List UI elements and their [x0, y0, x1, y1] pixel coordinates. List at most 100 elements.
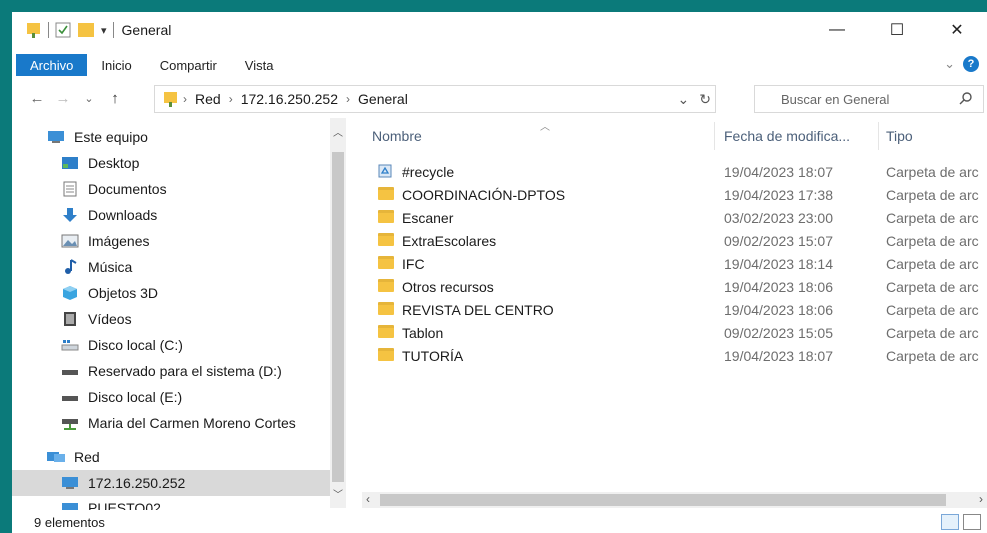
file-row[interactable]: IFC 19/04/2023 18:14 Carpeta de arc: [362, 254, 987, 276]
nav-item-disco-c[interactable]: Disco local (C:): [60, 332, 183, 358]
nav-item-puesto02[interactable]: PUESTO02: [60, 498, 161, 510]
minimize-button[interactable]: —: [807, 12, 867, 48]
column-header-type[interactable]: Tipo: [886, 118, 913, 154]
breadcrumb-host[interactable]: 172.16.250.252: [237, 91, 342, 107]
file-name: Otros recursos: [402, 279, 494, 295]
music-icon: [60, 258, 80, 276]
file-type: Carpeta de arc: [886, 233, 979, 249]
file-name: Tablon: [402, 325, 444, 341]
tab-vista[interactable]: Vista: [231, 54, 288, 76]
drive-icon: [60, 388, 80, 406]
nav-item-label: Maria del Carmen Moreno Cortes: [88, 415, 296, 431]
maximize-button[interactable]: ☐: [867, 12, 927, 48]
nav-item-label: Objetos 3D: [88, 285, 159, 301]
file-date: 19/04/2023 18:07: [724, 164, 833, 180]
nav-item-objetos-3d[interactable]: Objetos 3D: [60, 280, 158, 306]
scroll-right-icon[interactable]: ›: [979, 492, 983, 506]
folder-icon: [378, 279, 394, 292]
nav-item-reservado-d[interactable]: Reservado para el sistema (D:): [60, 358, 282, 384]
nav-item-label: Disco local (C:): [88, 337, 183, 353]
address-actions: ⌄ ↻: [678, 91, 711, 108]
folder-pin-icon[interactable]: [26, 21, 42, 39]
file-row[interactable]: Escaner 03/02/2023 23:00 Carpeta de arc: [362, 208, 987, 230]
folder-icon: [378, 302, 394, 315]
customize-dropdown-icon[interactable]: ▾: [101, 24, 107, 37]
file-date: 09/02/2023 15:05: [724, 325, 833, 341]
up-button[interactable]: ↑: [102, 90, 128, 107]
details-view-icon[interactable]: [941, 514, 959, 530]
nav-item-documentos[interactable]: Documentos: [60, 176, 167, 202]
folder-icon: [378, 325, 394, 338]
large-icons-view-icon[interactable]: [963, 514, 981, 530]
nav-scrollbar[interactable]: ︿ ﹀: [330, 118, 346, 508]
file-row[interactable]: REVISTA DEL CENTRO 19/04/2023 18:06 Carp…: [362, 300, 987, 322]
breadcrumb-red[interactable]: Red: [191, 91, 225, 107]
scrollbar-thumb[interactable]: [332, 152, 344, 482]
address-bar[interactable]: › Red › 172.16.250.252 › General ⌄ ↻: [154, 85, 716, 113]
quick-access-toolbar: ▾: [26, 21, 114, 39]
column-divider[interactable]: [878, 122, 879, 150]
documents-icon: [60, 180, 80, 198]
folder-icon: [378, 348, 394, 361]
nav-item-host[interactable]: 172.16.250.252: [12, 470, 330, 496]
properties-icon[interactable]: [55, 22, 71, 38]
tab-compartir[interactable]: Compartir: [146, 54, 231, 76]
tab-archivo[interactable]: Archivo: [16, 54, 88, 76]
breadcrumb-general[interactable]: General: [354, 91, 412, 107]
nav-item-label: Disco local (E:): [88, 389, 183, 405]
search-icon[interactable]: [959, 91, 973, 108]
file-row[interactable]: ExtraEscolares 09/02/2023 15:07 Carpeta …: [362, 231, 987, 253]
address-row: ← → ⌄ ↑ › Red › 172.16.250.252 › General…: [12, 82, 987, 114]
file-type: Carpeta de arc: [886, 348, 979, 364]
tab-inicio[interactable]: Inicio: [87, 54, 145, 76]
forward-button[interactable]: →: [50, 90, 76, 107]
new-folder-icon[interactable]: [77, 22, 95, 38]
search-box[interactable]: Buscar en General: [754, 85, 984, 113]
close-button[interactable]: ✕: [927, 12, 987, 48]
nav-item-desktop[interactable]: Desktop: [60, 150, 139, 176]
file-row[interactable]: COORDINACIÓN-DPTOS 19/04/2023 17:38 Carp…: [362, 185, 987, 207]
nav-item-imagenes[interactable]: Imágenes: [60, 228, 149, 254]
refresh-icon[interactable]: ↻: [699, 91, 711, 108]
file-row[interactable]: Otros recursos 19/04/2023 18:06 Carpeta …: [362, 277, 987, 299]
file-row[interactable]: TUTORÍA 19/04/2023 18:07 Carpeta de arc: [362, 346, 987, 368]
nav-item-red[interactable]: Red: [46, 444, 100, 470]
nav-item-label: Este equipo: [74, 129, 148, 145]
search-placeholder: Buscar en General: [781, 91, 890, 107]
file-row[interactable]: #recycle 19/04/2023 18:07 Carpeta de arc: [362, 162, 987, 184]
nav-item-label: Red: [74, 449, 100, 465]
address-dropdown-icon[interactable]: ⌄: [678, 91, 690, 108]
help-icon[interactable]: ?: [963, 56, 979, 72]
scroll-up-icon[interactable]: ︿: [333, 124, 343, 139]
file-row[interactable]: Tablon 09/02/2023 15:05 Carpeta de arc: [362, 323, 987, 345]
column-header-name[interactable]: Nombre: [372, 118, 422, 154]
nav-item-downloads[interactable]: Downloads: [60, 202, 157, 228]
expand-ribbon-icon[interactable]: ⌄: [944, 56, 955, 72]
column-divider[interactable]: [714, 122, 715, 150]
nav-item-network-drive[interactable]: Maria del Carmen Moreno Cortes: [60, 410, 296, 436]
recent-locations-button[interactable]: ⌄: [76, 92, 102, 105]
file-date: 19/04/2023 17:38: [724, 187, 833, 203]
file-date: 19/04/2023 18:14: [724, 256, 833, 272]
network-drive-icon: [60, 414, 80, 432]
horizontal-scrollbar[interactable]: ‹ ›: [362, 492, 987, 508]
navigation-pane: Este equipo Desktop Documentos Downloads…: [12, 118, 348, 510]
nav-item-disco-e[interactable]: Disco local (E:): [60, 384, 182, 410]
status-bar: 9 elementos: [12, 512, 987, 533]
nav-item-musica[interactable]: Música: [60, 254, 132, 280]
nav-item-label: Vídeos: [88, 311, 132, 327]
drive-icon: [60, 336, 80, 354]
file-name: COORDINACIÓN-DPTOS: [402, 187, 566, 203]
scrollbar-thumb[interactable]: [380, 494, 946, 506]
file-type: Carpeta de arc: [886, 210, 979, 226]
file-type: Carpeta de arc: [886, 325, 979, 341]
nav-item-videos[interactable]: Vídeos: [60, 306, 132, 332]
column-header-date[interactable]: Fecha de modifica...: [724, 118, 850, 154]
nav-item-label: Downloads: [88, 207, 158, 223]
folder-icon: [378, 256, 394, 269]
nav-item-este-equipo[interactable]: Este equipo: [46, 124, 148, 150]
file-type: Carpeta de arc: [886, 256, 979, 272]
back-button[interactable]: ←: [24, 90, 50, 107]
scroll-down-icon[interactable]: ﹀: [333, 486, 343, 501]
scroll-left-icon[interactable]: ‹: [366, 492, 370, 506]
